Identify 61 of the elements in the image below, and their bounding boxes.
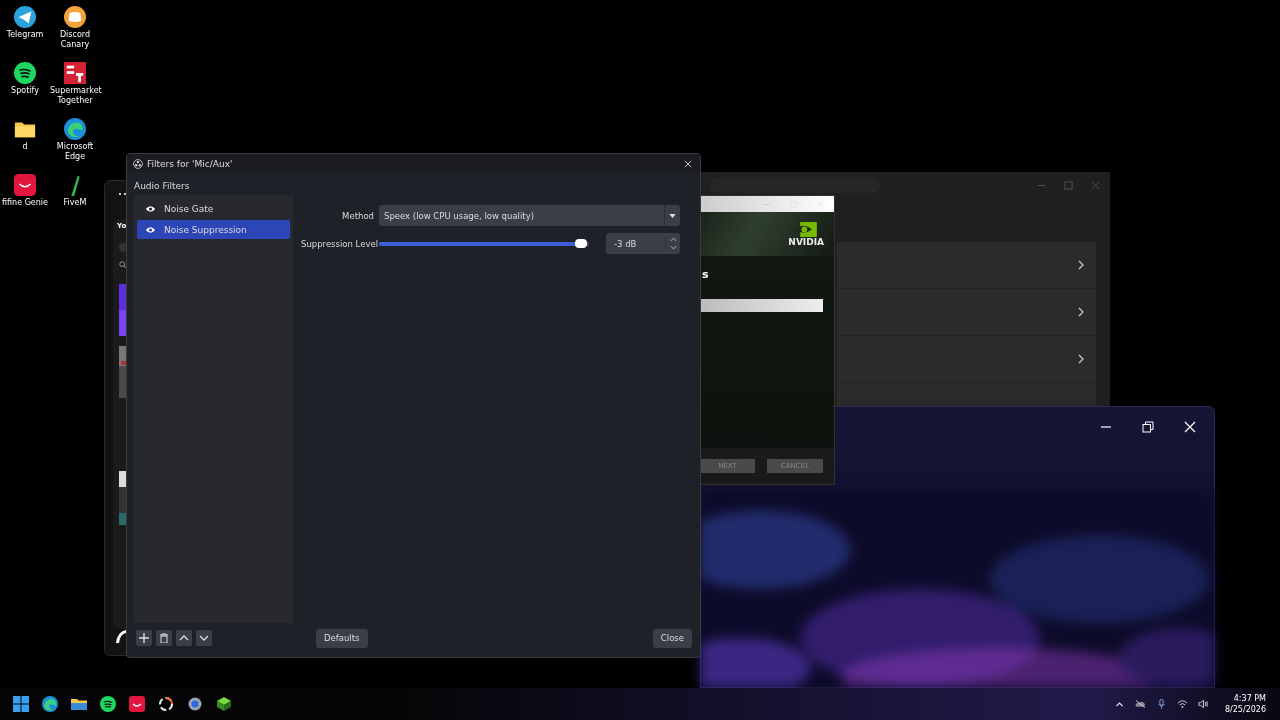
telegram-icon [14,6,36,28]
app-logo-icon [133,158,143,169]
clock-time[interactable]: 4:37 PM [1233,693,1266,704]
spin-box[interactable]: -3 dB [606,233,680,254]
delete-button[interactable] [156,630,172,646]
caret-icon [669,213,676,218]
cloud-off-icon[interactable] [1134,699,1146,709]
speaker-icon[interactable] [1197,699,1209,709]
logo-text: NVIDIA [788,236,824,247]
section-label: Audio Filters [134,181,191,191]
settings-icon[interactable] [187,696,203,712]
desktop-icon-label[interactable]: Telegram [0,30,50,40]
close-button[interactable]: Close [652,628,692,648]
chevron-down-icon [199,633,209,643]
move-down-button[interactable] [196,630,212,646]
add-button[interactable] [136,630,152,646]
edge-icon [64,118,86,140]
app-logo-icon [115,629,127,643]
filter-item[interactable]: Noise Gate [137,199,290,218]
spotify-icon [14,62,36,84]
slider-handle[interactable] [574,238,587,248]
input-field[interactable] [700,299,823,312]
eye-icon[interactable] [145,204,156,213]
wifi-icon[interactable] [1176,699,1188,709]
microphone-icon[interactable] [1155,699,1167,709]
desktop-icon-label[interactable]: fifine Genie [0,198,50,208]
edge-icon[interactable] [42,696,58,712]
restore-icon[interactable] [1142,421,1154,433]
discord-icon [64,6,86,28]
chevron-up-icon [179,633,189,643]
plus-icon [139,633,149,643]
chevron-up-icon[interactable] [1113,699,1125,709]
filter-item[interactable]: Noise Suppression [137,220,290,239]
chevron-icon [1078,260,1084,270]
app-icon [64,62,86,84]
eye-icon[interactable] [145,225,156,234]
ring-icon[interactable] [158,696,174,712]
desktop-icon-label[interactable]: Spotify [0,86,50,96]
clock-date[interactable]: 8/25/2026 [1224,704,1266,715]
chevron-icon [1078,354,1084,364]
desktop-icon-label[interactable]: d [0,142,50,152]
chevron-icon [1078,307,1084,317]
desktop-icon-label[interactable]: Microsoft Edge [50,142,100,162]
move-up-button[interactable] [176,630,192,646]
desktop-icon-label[interactable]: Discord Canary [50,30,100,50]
window-title: Filters for 'Mic/Aux' [147,158,234,169]
desktop-icon-label[interactable]: Supermarket Together [50,86,100,106]
method-dropdown[interactable]: Speex (low CPU usage, low quality) [379,205,680,226]
folder-icon[interactable] [71,696,87,712]
field-label: Method [341,210,374,221]
trash-icon [159,633,169,643]
start-icon[interactable] [13,696,29,712]
defaults-button[interactable]: Defaults [316,628,368,648]
spotify-icon[interactable] [100,696,116,712]
search-icon[interactable] [119,261,127,269]
eye-logo-icon [795,221,818,237]
cube-icon[interactable] [216,696,232,712]
installer-heading: s [702,268,710,281]
desktop-icon-label[interactable]: FiveM [50,198,100,208]
app-icon[interactable] [129,696,145,712]
app-icon [14,174,36,196]
